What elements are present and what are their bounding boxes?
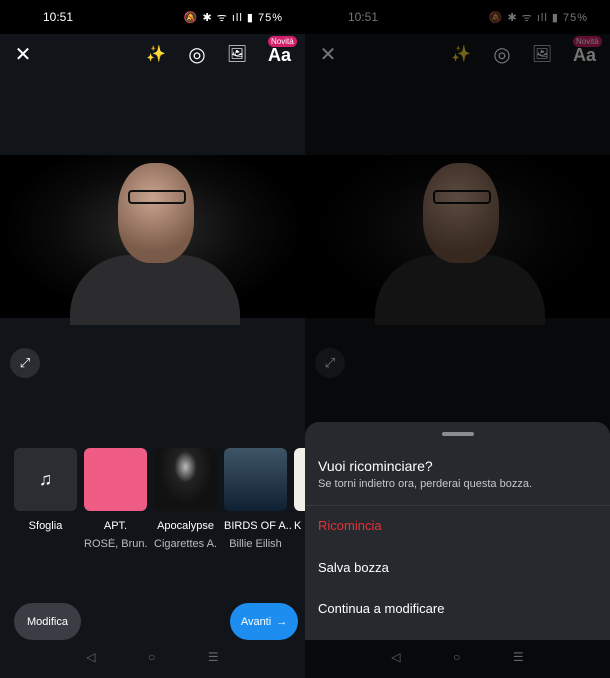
album-cover: [84, 448, 147, 511]
save-draft-option[interactable]: Salva bozza: [318, 560, 389, 575]
story-editor: 10:51 🔕 ✱ ᯤ ıll ▮ 75% ✕ ✨ ◎ 🖼 Novità Aa …: [0, 0, 305, 678]
album-cover: [154, 448, 217, 511]
album-cover: [294, 448, 305, 511]
restart-option[interactable]: Ricomincia: [318, 518, 382, 533]
photo-preview: [0, 155, 305, 325]
text-tool-button[interactable]: Aa: [268, 45, 291, 66]
arrow-right-icon: →: [276, 615, 288, 628]
back-icon[interactable]: ◁: [86, 650, 95, 664]
track-item[interactable]: APT. ROSÉ, Brun..: [84, 448, 147, 550]
album-cover: [224, 448, 287, 511]
magic-wand-icon[interactable]: ✨: [145, 44, 167, 66]
track-item[interactable]: Apocalypse Cigarettes A..: [154, 448, 217, 550]
recents-icon[interactable]: ☰: [208, 650, 219, 664]
system-nav: ◁ ○ ☰: [0, 650, 305, 664]
divider: [305, 505, 610, 506]
browse-icon: ♫: [14, 448, 77, 511]
edit-button[interactable]: Modifica: [14, 603, 81, 640]
track-browse[interactable]: ♫ Sfoglia: [14, 448, 77, 550]
clock: 10:51: [43, 10, 74, 24]
sheet-title: Vuoi ricominciare?: [318, 458, 433, 474]
sheet-subtitle: Se torni indietro ora, perderai questa b…: [318, 478, 533, 490]
track-item[interactable]: BIRDS OF A.. Billie Eilish: [224, 448, 292, 550]
story-editor-dialog: 10:51 🔕 ✱ ᯤ ıll ▮ 75% ✕ ✨ ◎ 🖼 Novità Aa …: [305, 0, 610, 678]
system-nav: ◁ ○ ☰: [305, 650, 610, 664]
music-tracks: ♫ Sfoglia APT. ROSÉ, Brun.. Apocalypse Ciga…: [14, 448, 305, 550]
status-icons: 🔕 ✱ ᯤ ıll ▮ 75%: [183, 11, 283, 24]
filters-icon[interactable]: ◎: [186, 44, 208, 66]
continue-editing-option[interactable]: Continua a modificare: [318, 601, 444, 616]
status-bar: 10:51 🔕 ✱ ᯤ ıll ▮ 75%: [0, 0, 305, 34]
back-icon[interactable]: ◁: [391, 650, 400, 664]
drag-handle[interactable]: [442, 432, 474, 436]
home-icon[interactable]: ○: [148, 650, 155, 664]
home-icon[interactable]: ○: [453, 650, 460, 664]
expand-icon[interactable]: ⤢: [10, 348, 40, 378]
restart-sheet: Vuoi ricominciare? Se torni indietro ora…: [305, 422, 610, 640]
track-item[interactable]: K: [294, 448, 305, 550]
next-button[interactable]: Avanti →: [230, 603, 298, 640]
gallery-icon[interactable]: 🖼: [226, 44, 248, 66]
recents-icon[interactable]: ☰: [513, 650, 524, 664]
close-icon[interactable]: ✕: [12, 44, 34, 66]
